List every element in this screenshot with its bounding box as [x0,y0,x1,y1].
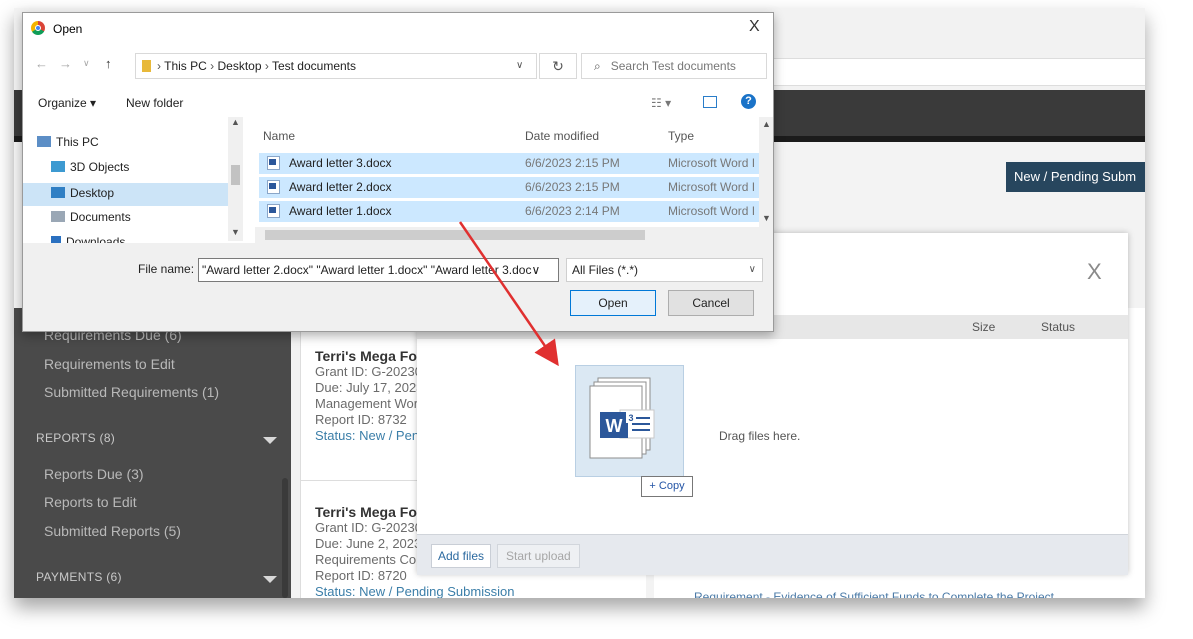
annotation-arrow [458,221,559,367]
